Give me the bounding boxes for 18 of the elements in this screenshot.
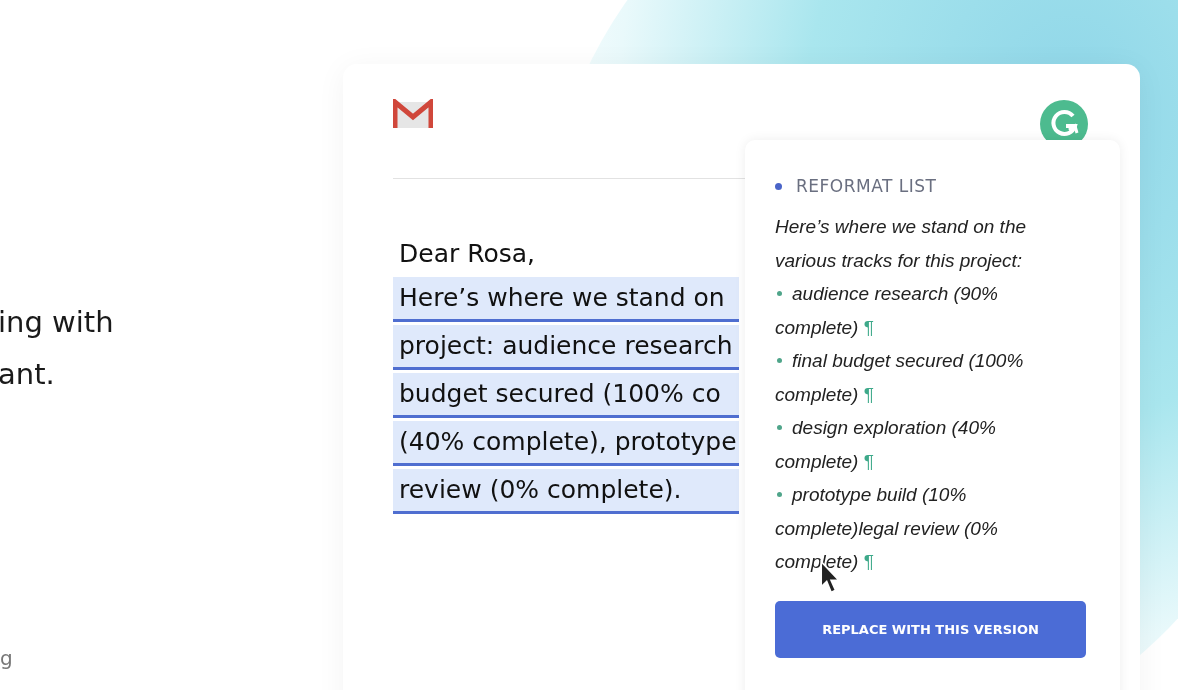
highlighted-text: review (0% complete).	[393, 469, 739, 514]
headline-text: ant.	[0, 356, 56, 393]
list-item-text: audience research (90% complete) ¶	[775, 282, 999, 340]
list-item-text: design exploration (40% complete) ¶	[775, 416, 997, 474]
highlighted-text: (40% complete), prototype	[393, 421, 739, 466]
suggestion-heading: REFORMAT LIST	[796, 176, 937, 196]
highlighted-text: budget secured (100% co	[393, 373, 739, 418]
headline-text: ing with	[0, 304, 115, 341]
mail-icon	[393, 98, 433, 129]
footer-text: g	[0, 646, 14, 670]
suggestion-text: Here’s where we stand on the various tracks for this project:	[775, 215, 1028, 273]
greeting-text: Dear Rosa,	[399, 238, 535, 270]
list-item-text: prototype build (10% complete)legal review (0% complete) ¶	[775, 483, 999, 574]
bullet-dot-icon	[775, 182, 782, 190]
highlighted-text: Here’s where we stand on	[393, 277, 739, 322]
list-item-text: final budget secured (100% complete) ¶	[775, 349, 1025, 407]
replace-button[interactable]: REPLACE WITH THIS VERSION	[775, 600, 1086, 658]
highlighted-text: project: audience research	[393, 325, 739, 370]
